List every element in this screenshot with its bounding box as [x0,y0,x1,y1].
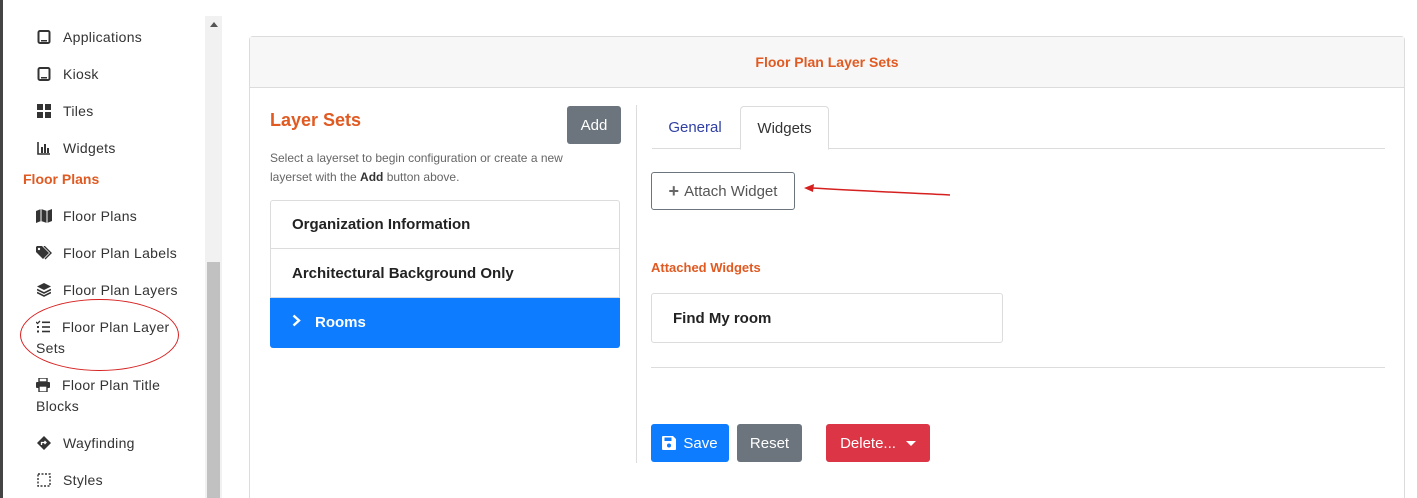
sidebar-item-floor-plans[interactable]: Floor Plans [36,208,137,224]
sidebar-item-tiles[interactable]: Tiles [36,103,94,119]
chart-icon [36,140,52,156]
sidebar: Applications Kiosk Tiles Widgets Floor P… [0,0,205,498]
layer-sets-card: Floor Plan Layer Sets Layer Sets Add Sel… [249,36,1405,498]
section-divider [651,367,1385,368]
sidebar-section-title: Floor Plans [23,171,100,187]
layers-icon [36,282,52,298]
tabs: General Widgets [652,106,1385,150]
layer-sets-help-text: Select a layerset to begin configuration… [270,151,563,184]
directions-icon [36,435,52,451]
delete-dropdown-button[interactable]: Delete... [826,424,930,462]
sidebar-item-floor-plan-labels[interactable]: Floor Plan Labels [36,245,177,261]
sidebar-item-wayfinding[interactable]: Wayfinding [36,435,135,451]
scroll-thumb[interactable] [207,262,220,498]
sidebar-item-label: Widgets [63,140,116,156]
styles-icon [36,472,52,488]
save-button[interactable]: Save [651,424,729,462]
sidebar-item-label: Applications [63,29,143,45]
sidebar-item-label: Kiosk [63,66,99,82]
sidebar-item-label: Floor Plan Layers [63,282,178,298]
sidebar-item-label: Styles [63,472,103,488]
sidebar-scrollbar[interactable] [205,16,222,498]
attached-widget-item[interactable]: Find My room [651,293,1003,343]
scroll-up-arrow-icon[interactable] [205,16,222,33]
annotation-circle [20,299,179,371]
sidebar-item-floor-plan-layers[interactable]: Floor Plan Layers [36,282,178,298]
map-icon [36,208,52,224]
sidebar-item-label: Tiles [63,103,94,119]
tab-widgets[interactable]: Widgets [740,106,829,150]
chevron-right-icon [292,314,301,332]
panel-divider [636,105,637,463]
add-button[interactable]: Add [567,106,621,144]
reset-button[interactable]: Reset [737,424,802,462]
sidebar-item-floor-plan-title-blocks[interactable]: Floor Plan Title Blocks [36,375,186,417]
attach-widget-button[interactable]: + Attach Widget [651,172,795,210]
list-item[interactable]: Organization Information [270,200,620,249]
tiles-icon [36,103,52,119]
sidebar-item-label: Floor Plan Title Blocks [36,377,161,414]
annotation-arrow-icon [804,184,951,196]
tags-icon [36,245,52,261]
list-item-active[interactable]: Rooms [270,298,620,348]
layer-sets-list: Organization Information Architectural B… [270,200,620,348]
tab-general[interactable]: General [652,106,738,149]
sidebar-item-applications[interactable]: Applications [36,29,142,45]
print-icon [36,377,52,393]
attached-widgets-title: Attached Widgets [651,260,761,275]
list-item[interactable]: Architectural Background Only [270,249,620,298]
sidebar-item-label: Floor Plan Labels [63,245,178,261]
sidebar-item-kiosk[interactable]: Kiosk [36,66,99,82]
save-icon [662,436,677,450]
tablet-icon [36,29,52,45]
layer-sets-title: Layer Sets [270,110,362,130]
plus-icon: + [668,180,680,201]
sidebar-item-label: Wayfinding [63,435,135,451]
sidebar-item-widgets[interactable]: Widgets [36,140,116,156]
sidebar-item-label: Floor Plans [63,208,138,224]
card-title: Floor Plan Layer Sets [250,37,1404,88]
sidebar-item-styles[interactable]: Styles [36,472,103,488]
caret-down-icon [905,440,916,446]
tablet-icon [36,66,52,82]
